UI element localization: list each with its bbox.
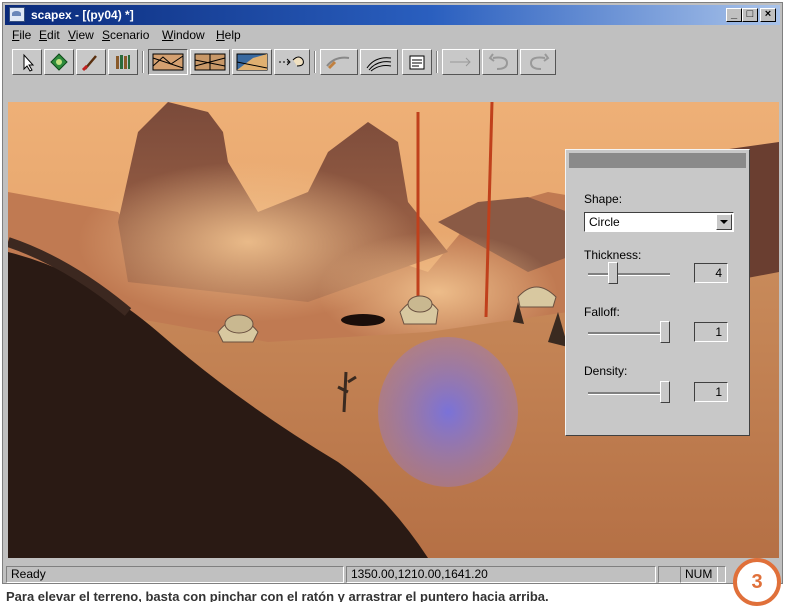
step-number-badge: 3 [733,558,781,606]
3d-viewport[interactable]: Shape: Circle Thickness: 4 Falloff: 1 De… [8,102,779,558]
falloff-slider[interactable] [588,321,670,345]
status-text: Ready [6,566,344,583]
slider-thumb[interactable] [660,321,670,343]
wave-tool-icon [366,57,392,72]
density-value-field[interactable]: 1 [694,382,728,402]
select-arrow-icon [23,53,35,72]
dropdown-button[interactable] [716,214,732,230]
slider-thumb[interactable] [608,262,618,284]
terrain-raise-icon [152,53,184,71]
sweep-tool-button[interactable] [320,49,358,75]
chevron-down-icon [720,220,728,224]
maximize-button[interactable]: □ [742,8,758,22]
path-tool-icon [279,56,304,67]
thickness-value-field[interactable]: 4 [694,263,728,283]
slider-track [588,392,670,395]
app-icon[interactable] [9,7,25,22]
slider-thumb[interactable] [660,381,670,403]
close-button[interactable]: × [760,8,776,22]
connect-icon [450,57,471,67]
num-lock-indicator: NUM [680,566,726,583]
density-label: Density: [584,364,628,378]
figure-caption: Para elevar el terreno, basta con pincha… [6,589,549,602]
menu-help[interactable]: Help [216,28,241,42]
undo-button[interactable] [520,49,556,75]
shape-dropdown[interactable]: Circle [584,212,734,232]
place-object-icon [50,53,68,71]
density-slider[interactable] [588,381,670,405]
menu-scenario[interactable]: Scenario [102,28,149,42]
panel-title-bar[interactable] [569,153,746,168]
wave-tool-button[interactable] [360,49,398,75]
terrain-raise-button[interactable] [148,49,188,75]
terrain-texture-icon [236,53,268,71]
undo-icon [529,53,550,70]
object-library-icon [116,55,130,69]
connect-button[interactable] [442,49,480,75]
title-bar[interactable]: scapex - [(py04) *] _ □ × [5,5,780,25]
object-library-button[interactable] [108,49,138,75]
paint-brush-icon [81,55,97,72]
toolbar-separator [314,51,316,73]
brush-settings-panel: Shape: Circle Thickness: 4 Falloff: 1 De… [565,149,750,436]
terrain-smooth-icon [194,53,226,71]
slider-track [588,332,670,335]
menu-edit[interactable]: Edit [39,28,60,42]
coordinates-readout: 1350.00,1210.00,1641.20 [346,566,656,583]
minimize-button[interactable]: _ [726,8,742,22]
select-tool-button[interactable] [12,49,42,75]
shape-label: Shape: [584,192,623,206]
menu-bar: File Edit View Scenario Window Help [5,27,780,45]
paint-brush-button[interactable] [76,49,106,75]
place-object-button[interactable] [44,49,74,75]
menu-window[interactable]: Window [162,28,205,42]
path-tool-button[interactable] [274,49,310,75]
toolbar-separator [436,51,438,73]
toolbar-separator [142,51,144,73]
thickness-slider[interactable] [588,262,670,286]
shape-value: Circle [589,215,620,229]
properties-icon [409,55,425,70]
terrain-texture-button[interactable] [232,49,272,75]
falloff-label: Falloff: [584,305,620,319]
toolbar [5,47,780,79]
slider-track [588,273,670,276]
properties-button[interactable] [402,49,432,75]
redo-icon [488,53,509,70]
sweep-tool-icon [326,56,350,70]
falloff-value-field[interactable]: 1 [694,322,728,342]
status-bar: Ready 1350.00,1210.00,1641.20 NUM [5,566,780,584]
window-title: scapex - [(py04) *] [31,8,134,22]
menu-view[interactable]: View [68,28,94,42]
redo-button[interactable] [482,49,518,75]
terrain-smooth-button[interactable] [190,49,230,75]
menu-file[interactable]: File [12,28,31,42]
thickness-label: Thickness: [584,248,642,262]
